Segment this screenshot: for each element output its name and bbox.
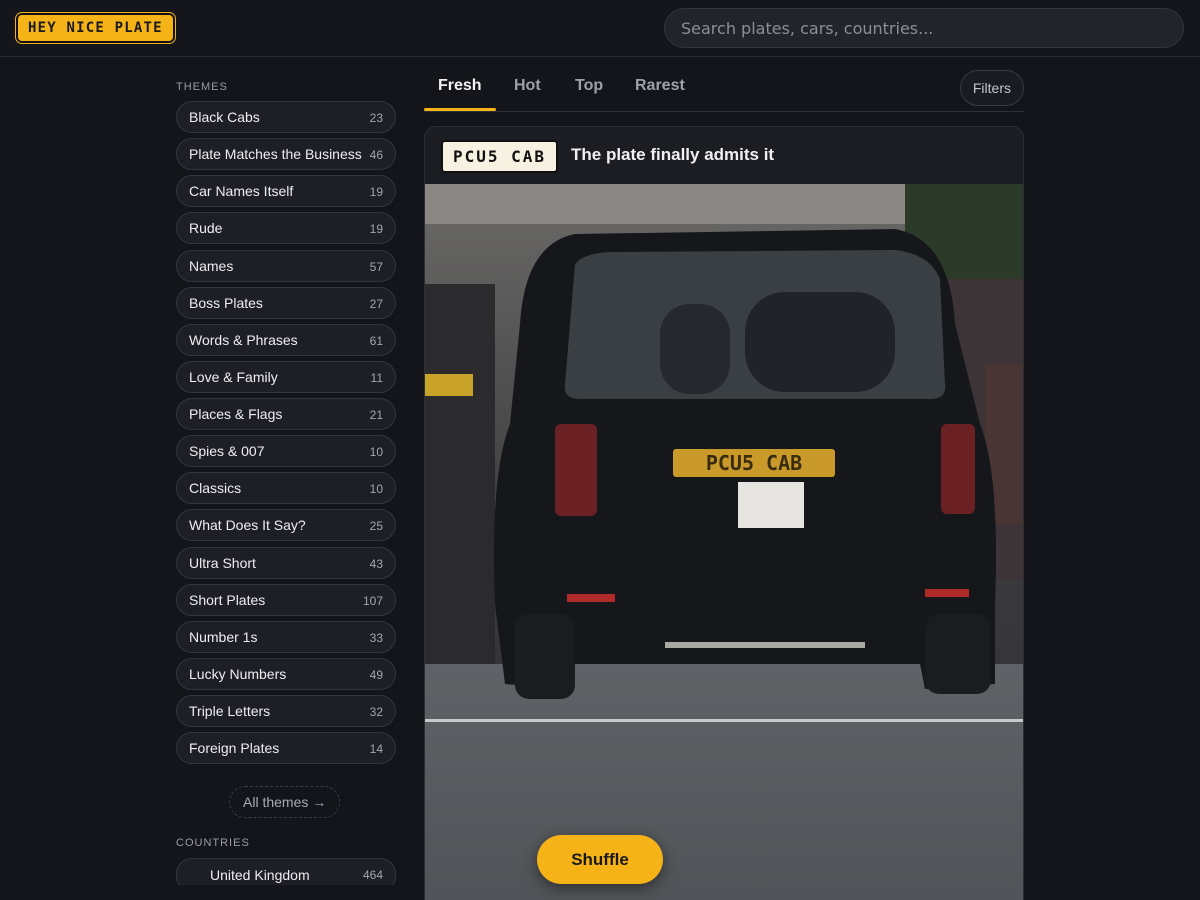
theme-label: Love & Family <box>189 368 278 385</box>
theme-label: Classics <box>189 480 242 497</box>
photo-plate-text: PCU5 CAB <box>706 451 802 475</box>
theme-item-what-does-it-say[interactable]: What Does It Say? 25 <box>176 509 396 542</box>
theme-label: Boss Plates <box>189 294 263 311</box>
theme-label: Triple Letters <box>189 703 271 719</box>
theme-label: Rude <box>189 220 223 237</box>
all-themes-link[interactable]: All themes → <box>229 786 341 818</box>
plate-badge[interactable]: PCU5 CAB <box>441 140 559 173</box>
theme-label: Lucky Numbers <box>189 665 287 682</box>
tab-fresh[interactable]: Fresh <box>438 77 482 95</box>
black-taxi-photo[interactable]: PCU5 CAB <box>425 184 1024 900</box>
theme-label: Foreign Plates <box>189 740 280 757</box>
theme-count: 57 <box>369 259 383 274</box>
theme-count: 21 <box>369 408 383 422</box>
theme-count: 43 <box>369 556 383 571</box>
theme-label: Short Plates <box>189 591 266 608</box>
search-box[interactable] <box>664 8 1184 48</box>
theme-item-classics[interactable]: Classics 10 <box>176 472 396 505</box>
theme-item-spies-007[interactable]: Spies & 007 10 <box>176 435 396 468</box>
theme-label: Ultra Short <box>189 554 256 571</box>
theme-label: Car Names Itself <box>189 183 294 200</box>
theme-count: 107 <box>362 593 383 608</box>
theme-item-names[interactable]: Names 57 <box>176 249 396 282</box>
shuffle-button[interactable]: Shuffle <box>537 835 663 884</box>
theme-count: 27 <box>369 296 383 311</box>
country-item-united-kingdom[interactable]: United Kingdom 464 <box>176 858 396 885</box>
theme-label: Number 1s <box>189 628 258 645</box>
tab-hot[interactable]: Hot <box>514 77 541 95</box>
post-card[interactable]: PCU5 CAB The plate finally admits it PCU… <box>424 126 1024 900</box>
theme-count: 10 <box>369 445 383 460</box>
theme-count: 61 <box>369 333 383 348</box>
theme-count: 10 <box>369 482 383 497</box>
theme-item-triple-letters[interactable]: Triple Letters 32 <box>176 695 396 727</box>
theme-item-number-1s[interactable]: Number 1s 33 <box>176 620 396 653</box>
filters-button[interactable]: Filters <box>959 70 1024 106</box>
feed-tabs: Fresh Hot Top Rarest Filters <box>424 57 1024 112</box>
theme-item-ultra-short[interactable]: Ultra Short 43 <box>176 546 396 579</box>
site-logo[interactable]: HEY NICE PLATE <box>15 12 176 44</box>
uk-flag-icon <box>189 868 207 881</box>
theme-count: 25 <box>369 519 383 534</box>
theme-item-car-names-itself[interactable]: Car Names Itself 19 <box>176 175 396 208</box>
theme-list: Black Cabs 23 Plate Matches the Business 4… <box>176 101 396 769</box>
theme-count: 14 <box>369 742 383 757</box>
theme-item-rude[interactable]: Rude 19 <box>176 212 396 245</box>
country-count: 464 <box>362 868 383 882</box>
theme-count: 11 <box>370 370 383 385</box>
theme-label: Places & Flags <box>189 406 283 422</box>
tab-top[interactable]: Top <box>575 77 603 95</box>
theme-label: What Does It Say? <box>189 517 306 534</box>
theme-count: 23 <box>369 111 383 125</box>
countries-heading: COUNTRIES <box>176 837 250 849</box>
theme-label: Black Cabs <box>189 109 260 125</box>
theme-item-plate-matches-business[interactable]: Plate Matches the Business 46 <box>176 138 396 171</box>
theme-item-lucky-numbers[interactable]: Lucky Numbers 49 <box>176 657 396 690</box>
themes-heading: THEMES <box>176 81 228 93</box>
country-label: United Kingdom <box>210 867 310 883</box>
top-bar: HEY NICE PLATE <box>0 0 1200 57</box>
active-tab-indicator <box>424 108 496 111</box>
theme-count: 19 <box>369 185 383 200</box>
theme-item-black-cabs[interactable]: Black Cabs 23 <box>176 101 396 133</box>
theme-label: Plate Matches the Business <box>189 146 362 163</box>
theme-count: 33 <box>369 630 383 645</box>
theme-label: Words & Phrases <box>189 331 298 348</box>
theme-count: 49 <box>369 667 383 682</box>
tab-rarest[interactable]: Rarest <box>635 77 685 95</box>
search-input[interactable] <box>665 9 1183 47</box>
theme-item-places-flags[interactable]: Places & Flags 21 <box>176 398 396 430</box>
theme-count: 32 <box>369 705 383 719</box>
theme-item-short-plates[interactable]: Short Plates 107 <box>176 583 396 616</box>
theme-count: 46 <box>369 148 383 163</box>
theme-item-words-phrases[interactable]: Words & Phrases 61 <box>176 323 396 356</box>
post-header: PCU5 CAB The plate finally admits it <box>425 127 1023 185</box>
theme-item-love-family[interactable]: Love & Family 11 <box>176 360 396 393</box>
theme-item-foreign-plates[interactable]: Foreign Plates 14 <box>176 732 396 765</box>
post-title[interactable]: The plate finally admits it <box>571 145 774 165</box>
sidebar: THEMES Black Cabs 23 Plate Matches the Bu… <box>176 57 396 885</box>
theme-label: Names <box>189 257 234 274</box>
theme-item-boss-plates[interactable]: Boss Plates 27 <box>176 286 396 319</box>
theme-label: Spies & 007 <box>189 443 265 460</box>
theme-count: 19 <box>369 222 383 237</box>
